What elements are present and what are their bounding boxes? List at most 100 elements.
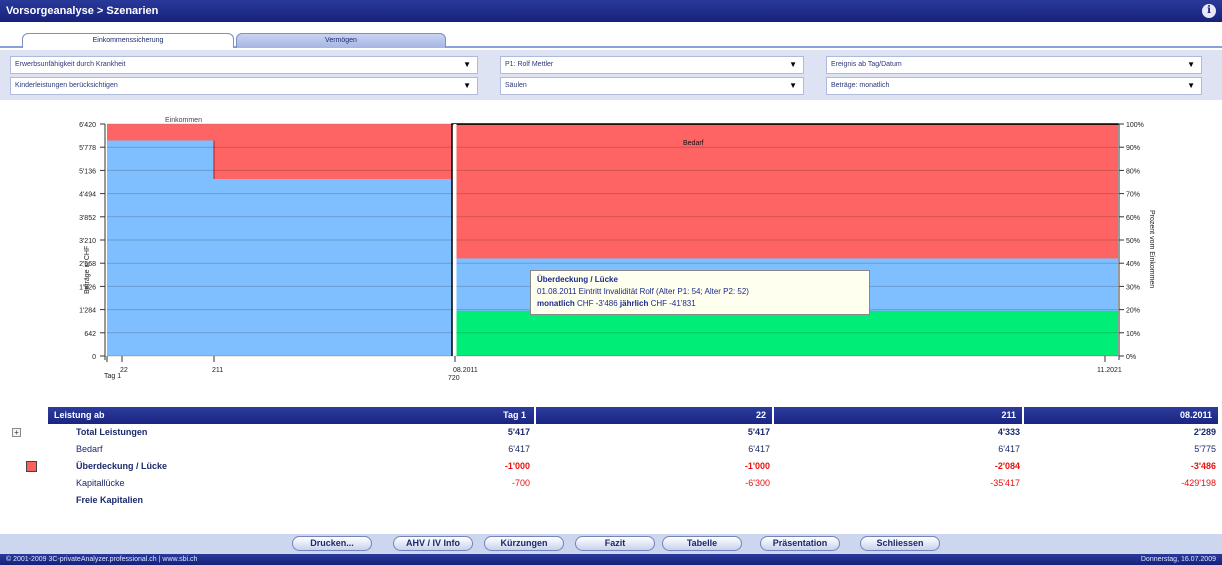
x-tick-label: Tag 1 bbox=[104, 373, 121, 380]
gap-color-swatch bbox=[26, 461, 37, 472]
chart-area: Einkommen Bedarf 6'420 5'778 5'136 4'494 3'852… bbox=[0, 100, 1222, 406]
benefits-bar-211 bbox=[214, 178, 452, 356]
y-tick-label: 1'284 bbox=[79, 308, 96, 315]
pillars-select[interactable]: Säulen ▼ bbox=[500, 77, 804, 95]
table-cell: 5'417 bbox=[507, 427, 530, 437]
tab-bar: Einkommenssicherung Vermögen bbox=[0, 22, 1222, 48]
y-tick-label: 5'136 bbox=[79, 168, 96, 175]
chevron-down-icon: ▼ bbox=[789, 81, 797, 90]
y-tick-label: 642 bbox=[84, 331, 96, 338]
table-cell: -35'417 bbox=[990, 478, 1020, 488]
y2-tick-label: 60% bbox=[1126, 215, 1140, 222]
table-cell: -3'486 bbox=[1190, 461, 1216, 471]
tab-einkommenssicherung[interactable]: Einkommenssicherung bbox=[22, 33, 234, 48]
table-header: Leistung ab 22 211 08.2011 Tag 1 bbox=[8, 407, 1218, 424]
event-date-select[interactable]: Ereignis ab Tag/Datum ▼ bbox=[826, 56, 1202, 74]
table-cell: 5'417 bbox=[747, 427, 770, 437]
row-label: Überdeckung / Lücke bbox=[76, 461, 168, 471]
y2-tick-label: 0% bbox=[1126, 354, 1136, 361]
y2-tick-label: 80% bbox=[1126, 168, 1140, 175]
app-window: Vorsorgeanalyse > Szenarien i Einkommens… bbox=[0, 0, 1222, 565]
y-axis-title: Beträge in CHF bbox=[84, 246, 91, 294]
tooltip-yearly-value: CHF -41'831 bbox=[650, 299, 696, 308]
x-tick-label: 211 bbox=[212, 367, 223, 374]
y-tick-label: 5'778 bbox=[79, 145, 96, 152]
tooltip-event: 01.08.2011 Eintritt Invalidität Rolf (Al… bbox=[537, 287, 749, 296]
row-label: Kapitallücke bbox=[76, 478, 125, 488]
table-cell: -429'198 bbox=[1181, 478, 1216, 488]
column-header-082011: 08.2011 bbox=[1024, 407, 1218, 424]
y2-tick-label: 40% bbox=[1126, 261, 1140, 268]
chevron-down-icon: ▼ bbox=[463, 81, 471, 90]
person-select[interactable]: P1: Rolf Mettler ▼ bbox=[500, 56, 804, 74]
table-cell: -700 bbox=[511, 478, 530, 488]
row-kapitalluecke[interactable]: Kapitallücke -700 -6'300 -35'417 -429'198 bbox=[8, 475, 1218, 492]
row-label: Bedarf bbox=[76, 444, 103, 454]
x-tick-label: 11.2021 bbox=[1097, 367, 1122, 374]
schliessen-button[interactable]: Schliessen bbox=[860, 536, 940, 551]
tooltip-monthly-label: monatlich bbox=[537, 299, 575, 308]
y2-tick-label: 90% bbox=[1126, 145, 1140, 152]
tab-vermoegen[interactable]: Vermögen bbox=[236, 33, 446, 48]
table-cell: 5'775 bbox=[1194, 444, 1216, 454]
table-cell: -2'084 bbox=[994, 461, 1020, 471]
column-header-211: 211 bbox=[774, 407, 1022, 424]
row-total-leistungen[interactable]: + Total Leistungen 5'417 5'417 4'333 2'289 bbox=[8, 424, 1218, 441]
tooltip-yearly-label: jährlich bbox=[619, 299, 649, 308]
y-tick-label: 0 bbox=[92, 354, 96, 361]
print-button[interactable]: Drucken... bbox=[292, 536, 372, 551]
praesentation-button[interactable]: Präsentation bbox=[760, 536, 840, 551]
table-body: + Total Leistungen 5'417 5'417 4'333 2'289 Bed… bbox=[8, 424, 1218, 509]
table-cell: 4'333 bbox=[997, 427, 1020, 437]
table-cell: -6'300 bbox=[745, 478, 770, 488]
y-tick-label: 3'210 bbox=[79, 238, 96, 245]
x-tick-sublabel: 720 bbox=[448, 375, 460, 382]
y2-tick-label: 30% bbox=[1126, 284, 1140, 291]
y2-tick-label: 100% bbox=[1126, 122, 1144, 129]
footer-date: Donnerstag, 16.07.2009 bbox=[1140, 556, 1216, 563]
tooltip-title: Überdeckung / Lücke bbox=[537, 275, 618, 284]
scenario-select[interactable]: Erwerbsunfähigkeit durch Krankheit ▼ bbox=[10, 56, 478, 74]
table-cell: -1'000 bbox=[504, 461, 530, 471]
chevron-down-icon: ▼ bbox=[1187, 81, 1195, 90]
y-tick-label: 4'494 bbox=[79, 192, 96, 199]
chevron-down-icon: ▼ bbox=[789, 60, 797, 69]
table-cell: -1'000 bbox=[744, 461, 770, 471]
table-cell: 6'417 bbox=[508, 444, 530, 454]
x-tick-label: 08.2011 bbox=[453, 367, 478, 374]
benefits-bar-tag1 bbox=[107, 140, 214, 356]
green-area bbox=[456, 310, 1118, 356]
y2-tick-label: 10% bbox=[1126, 331, 1140, 338]
child-benefits-select[interactable]: Kinderleistungen berücksichtigen ▼ bbox=[10, 77, 478, 95]
amounts-select[interactable]: Beträge: monatlich ▼ bbox=[826, 77, 1202, 95]
title-bar: Vorsorgeanalyse > Szenarien i bbox=[0, 0, 1222, 22]
row-label: Freie Kapitalien bbox=[76, 495, 144, 505]
table-cell: 2'289 bbox=[1193, 427, 1216, 437]
y2-tick-label: 70% bbox=[1126, 192, 1140, 199]
bedarf-label: Bedarf bbox=[683, 140, 704, 147]
benefits-table: Leistung ab 22 211 08.2011 Tag 1 + Total Leis… bbox=[8, 407, 1218, 534]
fazit-button[interactable]: Fazit bbox=[575, 536, 655, 551]
y-tick-label: 6'420 bbox=[79, 122, 96, 129]
info-icon[interactable]: i bbox=[1202, 4, 1216, 18]
footer: © 2001-2009 3C-privateAnalyzer.professio… bbox=[0, 554, 1222, 565]
amounts-select-value: Beträge: monatlich bbox=[831, 82, 890, 89]
y2-axis-title: Prozent vom Einkommen bbox=[1148, 210, 1155, 288]
chart-tooltip: Überdeckung / Lücke 01.08.2011 Eintritt … bbox=[530, 270, 870, 315]
row-bedarf[interactable]: Bedarf 6'417 6'417 6'417 5'775 bbox=[8, 441, 1218, 458]
column-header-tag1: Tag 1 bbox=[503, 410, 526, 420]
row-ueberdeckung-luecke[interactable]: Überdeckung / Lücke -1'000 -1'000 -2'084 -3'… bbox=[8, 458, 1218, 475]
x-tick-label: 22 bbox=[120, 367, 128, 374]
child-benefits-select-value: Kinderleistungen berücksichtigen bbox=[15, 82, 118, 89]
y-tick-label: 3'852 bbox=[79, 215, 96, 222]
scenario-select-value: Erwerbsunfähigkeit durch Krankheit bbox=[15, 61, 126, 68]
row-freie-kapitalien[interactable]: Freie Kapitalien bbox=[8, 492, 1218, 509]
income-need-chart[interactable]: Einkommen Bedarf 6'420 5'778 5'136 4'494 3'852… bbox=[0, 100, 1222, 406]
kuerzungen-button[interactable]: Kürzungen bbox=[484, 536, 564, 551]
button-bar: Drucken... AHV / IV Info Kürzungen Fazit… bbox=[0, 534, 1222, 554]
page-title: Vorsorgeanalyse > Szenarien bbox=[6, 5, 159, 17]
ahv-iv-info-button[interactable]: AHV / IV Info bbox=[393, 536, 473, 551]
tabelle-button[interactable]: Tabelle bbox=[662, 536, 742, 551]
y2-tick-label: 20% bbox=[1126, 308, 1140, 315]
expand-icon[interactable]: + bbox=[12, 428, 21, 437]
